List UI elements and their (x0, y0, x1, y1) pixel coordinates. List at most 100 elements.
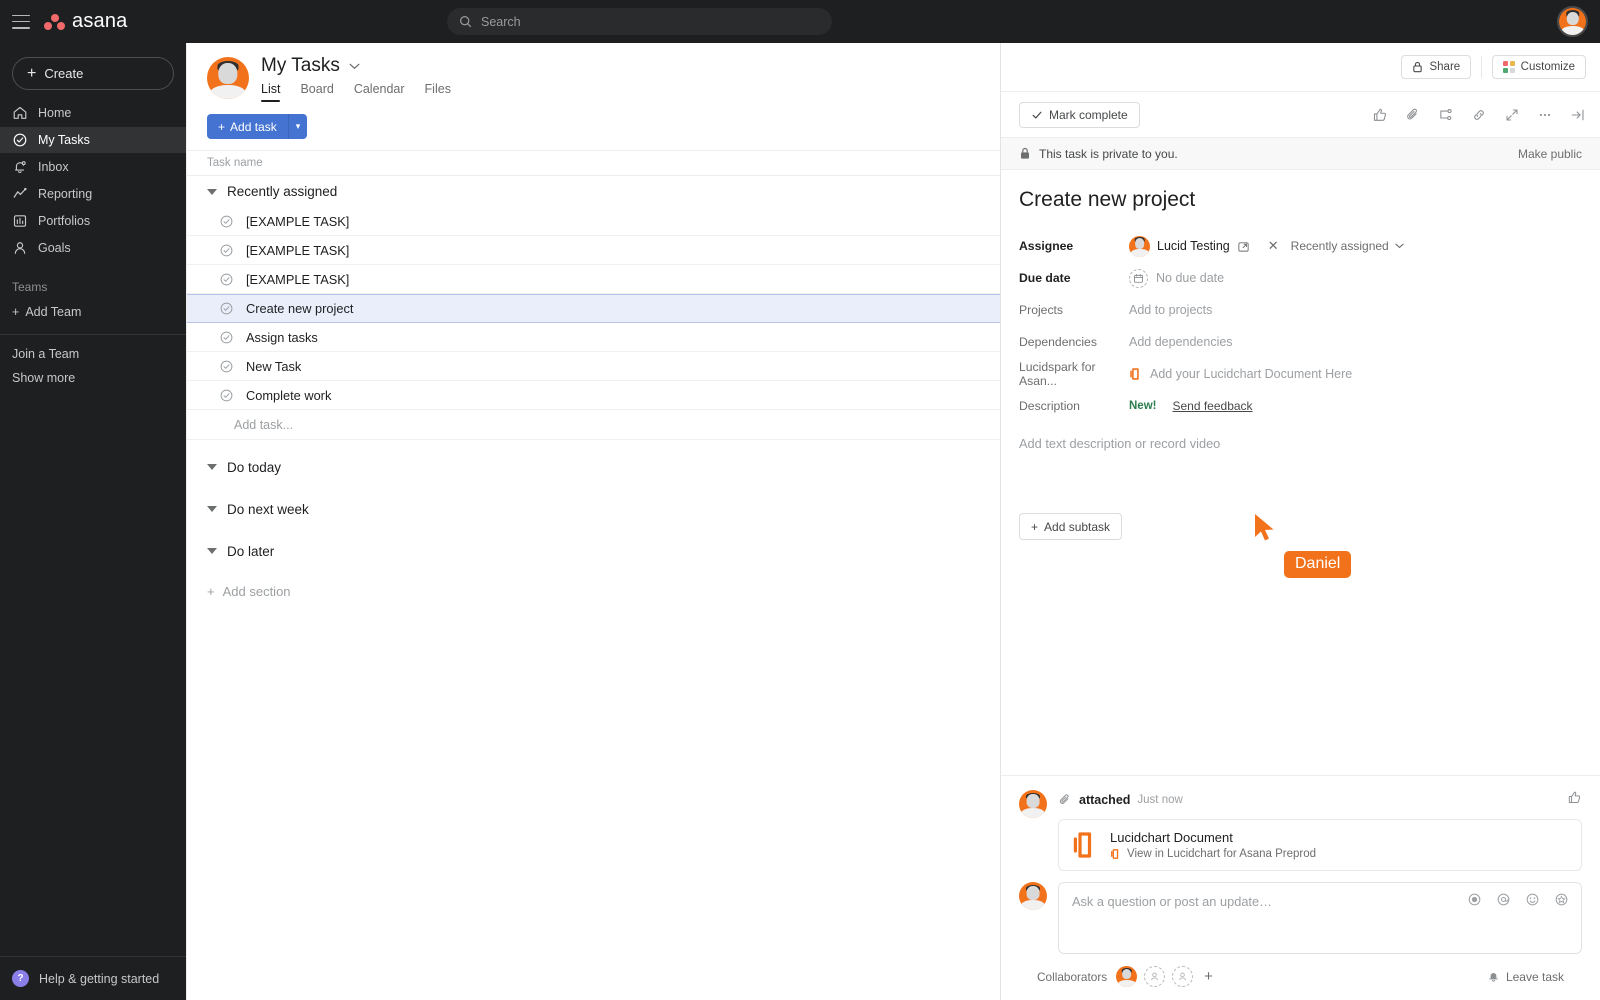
share-button[interactable]: Share (1401, 55, 1471, 79)
add-task-dropdown[interactable]: ▾ (289, 114, 308, 139)
section-do-later[interactable]: Do later (187, 530, 1000, 572)
table-row[interactable]: New Task (187, 352, 1000, 381)
add-task-label: Add task (230, 120, 277, 134)
sidebar-item-inbox[interactable]: Inbox (0, 154, 186, 180)
paperclip-icon[interactable] (1405, 107, 1421, 123)
chevron-down-icon[interactable] (207, 464, 217, 470)
join-team-link[interactable]: Join a Team (0, 335, 186, 366)
comment-toolbar (1467, 892, 1569, 912)
lucidspark-value[interactable]: Add your Lucidchart Document Here (1150, 367, 1352, 381)
comment-composer: Ask a question or post an update… (1019, 882, 1582, 954)
make-public-button[interactable]: Make public (1518, 147, 1582, 161)
check-circle-icon[interactable] (219, 272, 234, 287)
asana-app: asana Search + Create Home My Ta (0, 0, 1600, 1000)
asana-logo[interactable]: asana (44, 10, 128, 33)
attachment-subtitle-row: View in Lucidchart for Asana Preprod (1110, 848, 1316, 860)
add-task-button[interactable]: + Add task ▾ (207, 114, 307, 139)
sidebar-item-reporting[interactable]: Reporting (0, 181, 186, 207)
new-badge: New! (1129, 400, 1156, 412)
due-date-value[interactable]: No due date (1129, 269, 1224, 288)
link-icon[interactable] (1471, 107, 1487, 123)
chevron-down-icon[interactable] (207, 189, 217, 195)
more-horizontal-icon[interactable] (1537, 107, 1553, 123)
check-circle-icon[interactable] (219, 388, 234, 403)
check-circle-icon[interactable] (219, 330, 234, 345)
table-row[interactable]: [EXAMPLE TASK] (187, 236, 1000, 265)
mark-complete-button[interactable]: Mark complete (1019, 102, 1140, 128)
table-row[interactable]: [EXAMPLE TASK] (187, 207, 1000, 236)
send-feedback-link[interactable]: Send feedback (1172, 399, 1252, 413)
activity-item: attached Just now Lucidchart Document (1019, 790, 1582, 871)
thumbs-up-icon[interactable] (1567, 790, 1582, 810)
asana-logo-text: asana (72, 10, 128, 33)
chevron-down-icon[interactable] (349, 63, 360, 70)
comment-input[interactable]: Ask a question or post an update… (1058, 882, 1582, 954)
assignee-status-dropdown[interactable]: Recently assigned (1291, 239, 1404, 253)
chevron-down-icon[interactable] (207, 548, 217, 554)
show-more-link[interactable]: Show more (0, 366, 186, 390)
table-row[interactable]: Complete work (187, 381, 1000, 410)
sidebar-item-goals[interactable]: Goals (0, 235, 186, 261)
check-circle-icon[interactable] (219, 243, 234, 258)
add-task-inline[interactable]: Add task... (187, 410, 1000, 440)
attachment-card[interactable]: Lucidchart Document View in Lucidchart f… (1058, 819, 1582, 871)
add-team-button[interactable]: + Add Team (0, 300, 186, 324)
thumbs-up-icon[interactable] (1372, 107, 1388, 123)
portfolio-icon (12, 213, 28, 229)
view-tabs: List Board Calendar Files (261, 82, 451, 102)
leave-task-button[interactable]: Leave task (1487, 970, 1564, 984)
check-circle-icon[interactable] (219, 301, 234, 316)
emoji-icon[interactable] (1525, 892, 1540, 912)
help-button[interactable]: ? Help & getting started (0, 957, 186, 1000)
section-title: Recently assigned (227, 184, 337, 199)
paperclip-icon (1058, 793, 1072, 807)
due-date-text: No due date (1156, 271, 1224, 285)
collaborator-placeholder[interactable] (1144, 966, 1165, 987)
collaborator-placeholder[interactable] (1172, 966, 1193, 987)
subtask-icon[interactable] (1438, 107, 1454, 123)
expand-icon[interactable] (1504, 107, 1520, 123)
section-recently-assigned[interactable]: Recently assigned (187, 176, 1000, 207)
section-do-today[interactable]: Do today (187, 446, 1000, 488)
table-row[interactable]: [EXAMPLE TASK] (187, 265, 1000, 294)
dependencies-value[interactable]: Add dependencies (1129, 335, 1233, 349)
add-collaborator-button[interactable]: + (1204, 968, 1213, 985)
collapse-right-icon[interactable] (1570, 107, 1586, 123)
hamburger-icon[interactable] (12, 15, 30, 29)
projects-value[interactable]: Add to projects (1129, 303, 1212, 317)
create-button[interactable]: + Create (12, 57, 174, 90)
lucidchart-icon (1072, 831, 1098, 859)
task-name: Complete work (246, 388, 331, 403)
table-row[interactable]: Assign tasks (187, 323, 1000, 352)
table-row-selected[interactable]: Create new project (187, 294, 1000, 323)
record-icon[interactable] (1467, 892, 1482, 912)
chevron-down-icon[interactable] (207, 506, 217, 512)
user-avatar[interactable] (1557, 6, 1588, 37)
panel-toolbar-icons (1372, 107, 1586, 123)
asana-dots-icon (44, 14, 65, 30)
add-subtask-button[interactable]: + Add subtask (1019, 513, 1122, 540)
avatar[interactable] (1116, 966, 1137, 987)
list-column-header: Task name (187, 150, 1000, 176)
check-circle-icon[interactable] (219, 359, 234, 374)
description-placeholder[interactable]: Add text description or record video (1019, 436, 1582, 451)
mention-icon[interactable] (1496, 892, 1511, 912)
task-title[interactable]: Create new project (1019, 188, 1582, 212)
lock-icon (1412, 61, 1423, 73)
sticker-icon[interactable] (1554, 892, 1569, 912)
customize-button[interactable]: Customize (1492, 55, 1586, 79)
tab-list[interactable]: List (261, 82, 280, 102)
search-input[interactable]: Search (447, 8, 832, 35)
tab-board[interactable]: Board (300, 82, 333, 102)
remove-assignee-button[interactable]: ✕ (1268, 238, 1279, 254)
section-do-next-week[interactable]: Do next week (187, 488, 1000, 530)
sidebar-item-home[interactable]: Home (0, 100, 186, 126)
field-projects: Projects Add to projects (1019, 294, 1582, 326)
sidebar-item-portfolios[interactable]: Portfolios (0, 208, 186, 234)
tab-calendar[interactable]: Calendar (354, 82, 405, 102)
check-circle-icon[interactable] (219, 214, 234, 229)
assignee-chip[interactable]: Lucid Testing (1129, 236, 1250, 257)
tab-files[interactable]: Files (425, 82, 451, 102)
sidebar-item-my-tasks[interactable]: My Tasks (0, 127, 186, 153)
add-section-button[interactable]: + Add section (187, 572, 1000, 611)
